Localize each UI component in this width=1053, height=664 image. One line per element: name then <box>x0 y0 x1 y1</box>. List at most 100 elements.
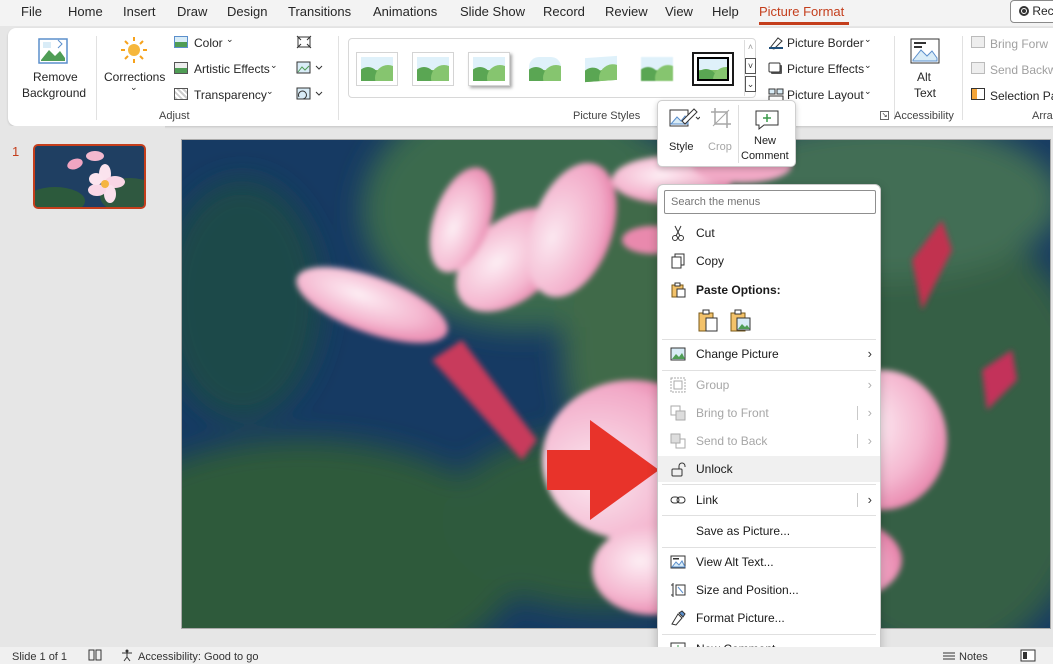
picture-style-5[interactable] <box>580 52 622 86</box>
paste-as-picture-icon[interactable] <box>728 309 752 333</box>
adjust-group-label: Adjust <box>159 110 190 122</box>
separator <box>894 36 895 120</box>
tab-review[interactable]: Review <box>605 4 648 19</box>
unlock-icon <box>671 462 686 477</box>
crop-button[interactable]: Crop <box>708 107 732 153</box>
alt-text-icon <box>910 38 940 69</box>
tab-file[interactable]: File <box>21 4 42 19</box>
tab-picture-format[interactable]: Picture Format <box>759 4 844 19</box>
menu-item-group[interactable]: Group › <box>658 372 880 398</box>
picture-style-thumb <box>697 57 729 81</box>
new-comment-button[interactable]: New Comment <box>740 105 796 165</box>
notes-button[interactable]: Notes <box>959 651 988 663</box>
menu-item-view-alt-text[interactable]: View Alt Text... <box>658 549 880 575</box>
chevron-right-icon: › <box>867 492 872 507</box>
menu-item-paste-options: Paste Options: <box>658 277 880 303</box>
alt-text-icon <box>670 555 686 569</box>
change-picture-icon[interactable] <box>296 61 324 78</box>
tab-home[interactable]: Home <box>68 4 103 19</box>
ribbon: Remove Background Corrections ⌄ Color ⌄ … <box>8 28 1053 126</box>
artistic-effects-icon <box>174 62 188 74</box>
context-menu: Cut Copy Paste Options: Change Picture ›… <box>657 184 881 664</box>
separator <box>962 36 963 120</box>
menu-item-link[interactable]: Link › <box>658 487 880 513</box>
tab-animations[interactable]: Animations <box>373 4 437 19</box>
color-icon <box>174 36 188 48</box>
picture-effects-icon <box>768 62 784 79</box>
tab-record[interactable]: Record <box>543 4 585 19</box>
tab-insert[interactable]: Insert <box>123 4 156 19</box>
dialog-launcher-icon[interactable]: ↘ <box>880 111 889 120</box>
menu-separator <box>662 515 876 516</box>
chevron-right-icon: › <box>867 433 872 448</box>
picture-style-thumb <box>529 57 561 81</box>
menu-item-send-to-back[interactable]: Send to Back › <box>658 428 880 454</box>
chevron-right-icon: › <box>867 346 872 361</box>
gallery-more-icon: ⌄ <box>745 76 756 92</box>
menu-item-save-as-picture[interactable]: Save as Picture... <box>658 518 880 544</box>
menu-item-cut[interactable]: Cut <box>658 220 880 246</box>
change-picture-icon <box>670 347 686 361</box>
menu-item-size-and-position[interactable]: Size and Position... <box>658 577 880 603</box>
tab-transitions[interactable]: Transitions <box>288 4 351 19</box>
picture-style-1[interactable] <box>356 52 398 86</box>
chevron-down-icon: ⌄ <box>864 86 872 96</box>
spell-check-icon[interactable] <box>88 649 102 664</box>
arrow-right-icon <box>547 420 659 520</box>
normal-view-icon[interactable] <box>1020 649 1036 664</box>
menu-search-input[interactable] <box>664 190 876 214</box>
chevron-down-icon: ⌄ <box>226 34 234 44</box>
picture-style-thumb <box>641 57 673 81</box>
active-tab-indicator <box>759 22 849 25</box>
picture-style-2[interactable] <box>412 52 454 86</box>
record-button[interactable]: Rec <box>1010 0 1053 23</box>
paste-keep-formatting-icon[interactable] <box>696 309 720 333</box>
scissors-icon <box>672 225 684 241</box>
menu-item-change-picture[interactable]: Change Picture › <box>658 341 880 367</box>
slide-picture[interactable] <box>182 140 1051 629</box>
picture-style-thumb <box>361 57 393 81</box>
chevron-up-icon: ˄ <box>747 42 754 52</box>
separator <box>738 105 739 163</box>
menu-item-unlock[interactable]: Unlock <box>658 456 880 482</box>
copy-icon <box>671 253 685 269</box>
picture-style-7[interactable] <box>692 52 734 86</box>
tab-draw[interactable]: Draw <box>177 4 207 19</box>
menu-item-copy[interactable]: Copy <box>658 248 880 274</box>
gallery-scroll[interactable]: ˄ ˅ ⌄ <box>744 40 756 96</box>
menu-item-bring-to-front[interactable]: Bring to Front › <box>658 400 880 426</box>
separator <box>338 36 339 120</box>
tab-help[interactable]: Help <box>712 4 739 19</box>
tab-view[interactable]: View <box>665 4 693 19</box>
compress-pictures-icon[interactable] <box>296 35 312 52</box>
separator <box>96 36 97 120</box>
slide-thumbnail[interactable] <box>33 144 146 209</box>
send-to-back-icon <box>670 433 686 449</box>
slide-number: 1 <box>12 144 20 159</box>
accessibility-status[interactable]: Accessibility: Good to go <box>138 651 258 663</box>
chevron-down-icon: ⌄ <box>270 60 278 70</box>
picture-style-thumb <box>473 57 505 81</box>
slide-canvas[interactable] <box>181 139 1051 629</box>
tab-design[interactable]: Design <box>227 4 267 19</box>
reset-picture-icon[interactable] <box>296 87 324 104</box>
picture-style-4[interactable] <box>524 52 566 86</box>
tab-slide-show[interactable]: Slide Show <box>460 4 525 19</box>
accessibility-icon[interactable] <box>120 649 134 664</box>
menu-item-format-picture[interactable]: Format Picture... <box>658 605 880 631</box>
chevron-down-icon: ⌄ <box>130 82 138 92</box>
accessibility-group-label: Accessibility <box>894 110 954 122</box>
split-divider <box>857 406 858 420</box>
remove-background-icon <box>38 38 68 69</box>
style-button[interactable]: Style <box>668 107 701 153</box>
crop-icon <box>711 108 731 128</box>
picture-style-6[interactable] <box>636 52 678 86</box>
bring-to-front-icon <box>670 405 686 421</box>
menu-separator <box>662 370 876 371</box>
picture-style-3[interactable] <box>468 52 510 86</box>
chevron-down-icon: ⌄ <box>266 86 274 96</box>
notes-icon <box>942 651 956 664</box>
link-icon <box>670 496 686 504</box>
menu-separator <box>662 484 876 485</box>
arrange-group-label: Arra <box>1032 110 1053 122</box>
